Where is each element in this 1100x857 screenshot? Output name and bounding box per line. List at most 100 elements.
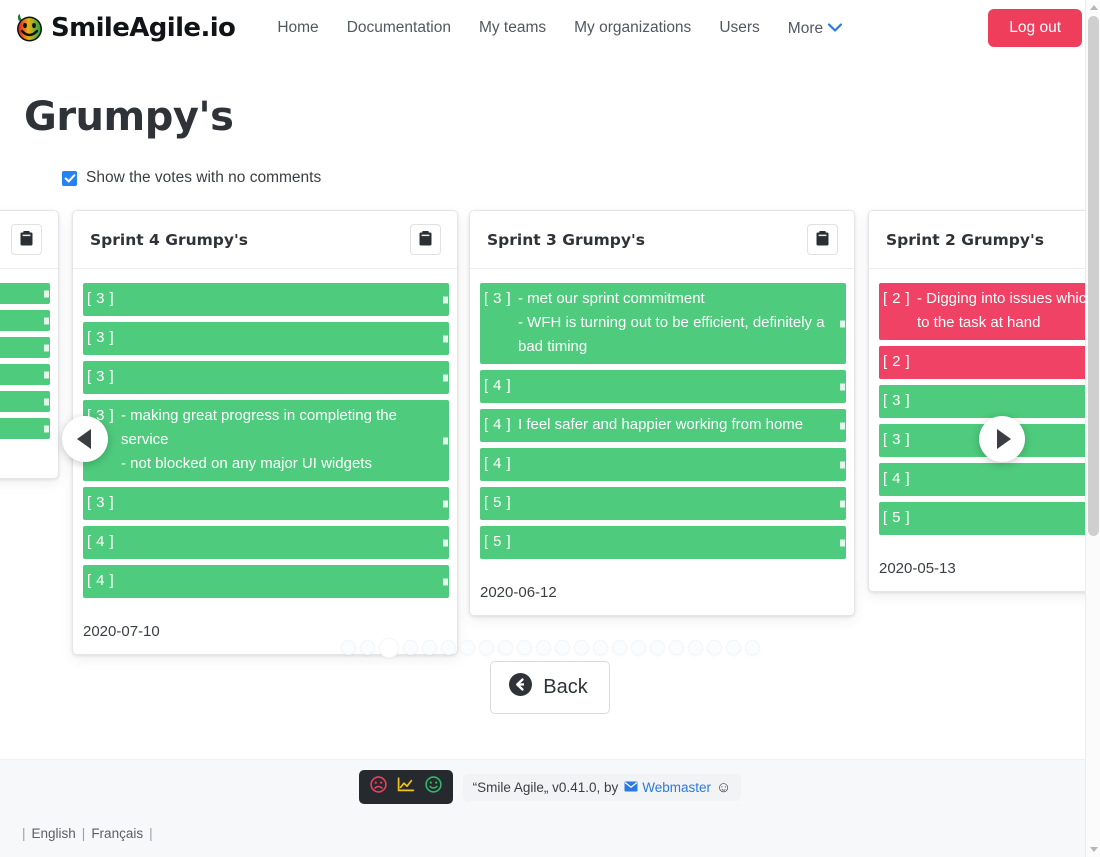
carousel-dot[interactable] — [611, 640, 627, 655]
vote-row[interactable]: [ 4 ] — [83, 565, 449, 598]
vote-row[interactable]: [ 3 ] - making great progress in completi… — [83, 400, 449, 481]
footer: “Smile Agile„ v0.41.0, by Webmaster ☺ | … — [0, 759, 1100, 857]
carousel-dot[interactable] — [440, 640, 456, 655]
back-button-wrap: Back — [0, 661, 1100, 714]
nav-links: Home Documentation My teams My organizat… — [263, 13, 856, 44]
lang-link-english[interactable]: English — [32, 826, 76, 841]
card-header: Sprint 2 Grumpy's — [869, 211, 1100, 269]
credit-line: “Smile Agile„ v0.41.0, by Webmaster ☺ — [462, 773, 742, 801]
vote-edge-marker — [840, 461, 845, 468]
happy-face-icon[interactable] — [424, 776, 442, 798]
back-button[interactable]: Back — [490, 661, 610, 714]
vote-edge-marker — [840, 500, 845, 507]
webmaster-link[interactable]: Webmaster — [642, 780, 711, 795]
card-body — [0, 269, 58, 453]
vote-row[interactable]: [ 5 ] — [480, 526, 846, 559]
vote-row[interactable]: [ 5 ] — [879, 502, 1100, 535]
carousel-dot[interactable] — [706, 640, 722, 655]
envelope-icon — [624, 780, 638, 795]
carousel-dot[interactable] — [725, 640, 741, 655]
carousel-dot[interactable] — [744, 640, 760, 655]
carousel-dot[interactable] — [630, 640, 646, 655]
vote-row[interactable] — [0, 391, 50, 412]
vote-row[interactable]: [ 4 ] — [83, 526, 449, 559]
clipboard-icon-button[interactable] — [11, 224, 42, 255]
vote-row[interactable]: [ 4 ] I feel safer and happier working fr… — [480, 409, 846, 442]
vote-row[interactable]: [ 3 ] — [83, 487, 449, 520]
clipboard-icon-button[interactable] — [807, 224, 838, 255]
carousel-dot[interactable] — [459, 640, 475, 655]
grumpy-card-sprint-3[interactable]: Sprint 3 Grumpy's [ 3 ] - met our sprint … — [469, 210, 855, 616]
carousel-dot[interactable] — [378, 638, 399, 658]
nav-link-documentation[interactable]: Documentation — [333, 13, 465, 43]
nav-link-my-organizations[interactable]: My organizations — [560, 13, 705, 43]
grumpy-card-sprint-4[interactable]: Sprint 4 Grumpy's [ 3 ] [ 3 ] [ 3 ] [ 3 … — [72, 210, 458, 655]
card-body: [ 3 ] - met our sprint commitment - WFH i… — [470, 269, 854, 573]
carousel-dot[interactable] — [516, 640, 532, 655]
vote-row[interactable]: [ 3 ] — [879, 385, 1100, 418]
credit-prefix: “Smile Agile„ v0.41.0, by — [472, 779, 619, 795]
arrow-circle-left-icon — [509, 673, 533, 702]
vote-row[interactable]: [ 2 ] - Digging into issues which ar to t… — [879, 283, 1100, 340]
carousel-dot[interactable] — [359, 640, 375, 655]
vote-row[interactable] — [0, 418, 50, 439]
carousel-dot[interactable] — [649, 640, 665, 655]
card-date: 2020-06-12 — [480, 584, 557, 601]
vote-row[interactable]: [ 3 ] — [83, 322, 449, 355]
logout-button[interactable]: Log out — [988, 9, 1082, 47]
vote-row[interactable] — [0, 364, 50, 385]
carousel-next-button[interactable] — [979, 416, 1025, 462]
clipboard-icon-button[interactable] — [410, 224, 441, 255]
vote-row[interactable] — [0, 283, 50, 304]
vote-row[interactable]: [ 4 ] — [480, 448, 846, 481]
carousel-dot[interactable] — [478, 640, 494, 655]
carousel-dot[interactable] — [668, 640, 684, 655]
vote-row[interactable]: [ 4 ] — [879, 463, 1100, 496]
show-votes-no-comments-label: Show the votes with no comments — [86, 169, 322, 186]
vote-row[interactable]: [ 3 ] - met our sprint commitment - WFH i… — [480, 283, 846, 364]
carousel-dot[interactable] — [497, 640, 513, 655]
page-title: Grumpy's — [24, 94, 234, 140]
chart-line-icon[interactable] — [397, 776, 415, 798]
vote-row[interactable]: [ 3 ] — [83, 283, 449, 316]
show-votes-no-comments-checkbox[interactable] — [62, 170, 77, 186]
carousel-dot[interactable] — [592, 640, 608, 655]
carousel-dot[interactable] — [573, 640, 589, 655]
vote-row[interactable]: [ 2 ] — [879, 346, 1100, 379]
page-scrollbar[interactable] — [1085, 0, 1100, 857]
carousel-dot[interactable] — [554, 640, 570, 655]
scroll-down-icon[interactable] — [1089, 847, 1098, 852]
vote-row[interactable] — [0, 310, 50, 331]
scroll-up-icon[interactable] — [1089, 5, 1098, 10]
brand-name: SmileAgile.io — [51, 13, 236, 43]
vote-row[interactable]: [ 3 ] — [83, 361, 449, 394]
nav-link-more[interactable]: More — [774, 13, 856, 44]
nav-link-home[interactable]: Home — [263, 13, 332, 43]
carousel-dot[interactable] — [340, 640, 356, 655]
nav-link-my-teams[interactable]: My teams — [465, 13, 560, 43]
clipboard-icon — [419, 230, 432, 249]
vote-score: [ 3 ] — [484, 290, 512, 307]
vote-row[interactable]: [ 5 ] — [480, 487, 846, 520]
clipboard-icon — [816, 230, 829, 249]
smiley-sprout-logo-icon — [14, 13, 44, 43]
vote-edge-marker — [443, 539, 448, 546]
nav-link-users[interactable]: Users — [705, 13, 773, 43]
vote-score: [ 5 ] — [883, 509, 911, 526]
grumpy-card-sprint-2[interactable]: Sprint 2 Grumpy's [ 2 ] - Digging into is… — [868, 210, 1100, 592]
carousel-dot[interactable] — [535, 640, 551, 655]
lang-link-francais[interactable]: Français — [91, 826, 143, 841]
grumpy-card-partial-left[interactable] — [0, 210, 59, 479]
vote-row[interactable] — [0, 337, 50, 358]
vote-score: [ 5 ] — [484, 494, 512, 511]
carousel-prev-button[interactable] — [62, 416, 108, 462]
scrollbar-thumb[interactable] — [1088, 16, 1099, 536]
card-title: Sprint 3 Grumpy's — [487, 230, 645, 249]
vote-row[interactable]: [ 4 ] — [480, 370, 846, 403]
carousel-dot[interactable] — [402, 640, 418, 655]
brand-logo-link[interactable]: SmileAgile.io — [14, 13, 236, 43]
carousel-dot[interactable] — [687, 640, 703, 655]
carousel-dot[interactable] — [421, 640, 437, 655]
sad-face-icon[interactable] — [369, 776, 387, 798]
vote-edge-marker — [44, 371, 49, 378]
